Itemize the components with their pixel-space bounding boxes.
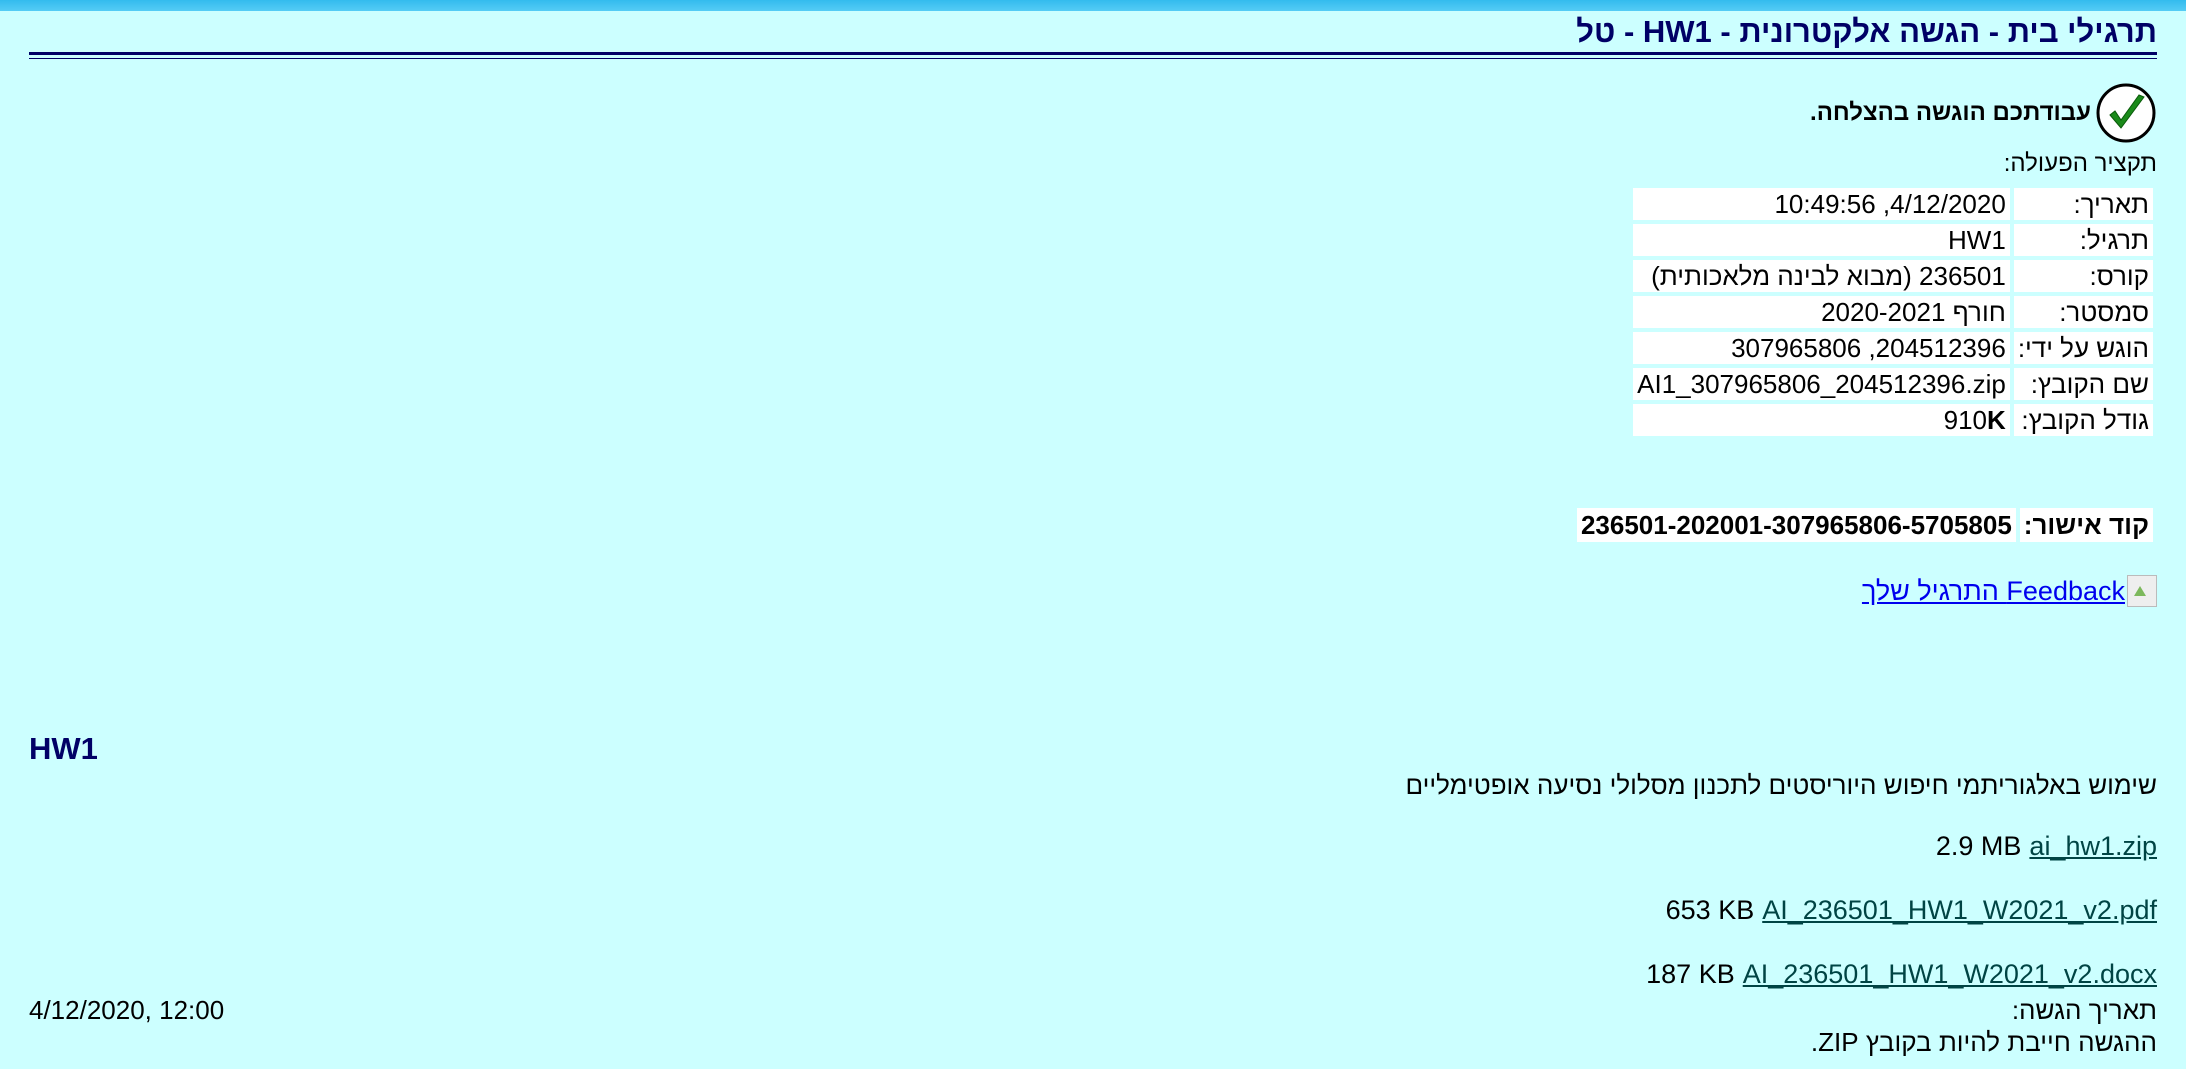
- broken-image-icon: [2127, 575, 2157, 607]
- filesize-number: 910: [1943, 404, 1988, 435]
- success-text: עבודתכם הוגשה בהצלחה.: [1810, 99, 2091, 126]
- submission-details-table: תאריך: 4/12/2020, 10:49:56 תרגיל: HW1 קו…: [1629, 184, 2157, 440]
- file-size: 653 KB: [1665, 895, 1755, 925]
- file-item: ai_hw1.zip 2.9 MB: [1936, 831, 2157, 862]
- assignment-heading: HW1: [29, 731, 98, 766]
- table-row: גודל הקובץ: 910K: [1633, 404, 2153, 436]
- table-row: הוגש על ידי: 204512396, 307965806: [1633, 332, 2153, 364]
- file-link-pdf[interactable]: AI_236501_HW1_W2021_v2.pdf: [1762, 895, 2157, 926]
- detail-value-submitted-by: 204512396, 307965806: [1633, 332, 2010, 364]
- detail-label-date: תאריך:: [2013, 188, 2153, 220]
- feedback-link[interactable]: Feedback התרגיל שלך: [1862, 576, 2125, 607]
- due-date-value: 4/12/2020, 12:00: [29, 995, 225, 1025]
- detail-label-course: קורס:: [2013, 260, 2153, 292]
- detail-label-filesize: גודל הקובץ:: [2013, 404, 2153, 436]
- detail-label-semester: סמסטר:: [2013, 296, 2153, 328]
- table-row: תאריך: 4/12/2020, 10:49:56: [1633, 188, 2153, 220]
- success-message: עבודתכם הוגשה בהצלחה.: [1810, 82, 2157, 144]
- approval-label: קוד אישור:: [2019, 508, 2153, 542]
- detail-value-filename: AI1_307965806_204512396.zip: [1633, 368, 2010, 400]
- file-item: AI_236501_HW1_W2021_v2.pdf 653 KB: [1666, 895, 2157, 926]
- due-date-label: תאריך הגשה:: [2011, 995, 2157, 1025]
- file-size: 2.9 MB: [1935, 831, 2022, 861]
- detail-value-semester: חורף 2020-2021: [1633, 296, 2010, 328]
- submission-note: ההגשה חייבת להיות בקובץ ZIP.: [1810, 1027, 2157, 1057]
- detail-label-filename: שם הקובץ:: [2013, 368, 2153, 400]
- table-row: תרגיל: HW1: [1633, 224, 2153, 256]
- table-row: שם הקובץ: AI1_307965806_204512396.zip: [1633, 368, 2153, 400]
- page-title: תרגילי בית - הגשה אלקטרונית - HW1 - טל: [1576, 14, 2157, 49]
- detail-value-exercise: HW1: [1633, 224, 2010, 256]
- assignment-description: שימוש באלגוריתמי חיפוש היוריסטים לתכנון …: [1405, 770, 2157, 800]
- approval-code: 236501-202001-307965806-5705805: [1576, 508, 2016, 542]
- filesize-unit: K: [1987, 404, 2006, 435]
- detail-value-date: 4/12/2020, 10:49:56: [1633, 188, 2010, 220]
- submission-page: תרגילי בית - הגשה אלקטרונית - HW1 - טל ע…: [0, 0, 2186, 1069]
- success-check-icon: [2096, 83, 2156, 143]
- table-row: קורס: 236501 (מבוא לבינה מלאכותית): [1633, 260, 2153, 292]
- approval-code-table: קוד אישור: 236501-202001-307965806-57058…: [1573, 504, 2157, 546]
- detail-label-exercise: תרגיל:: [2013, 224, 2153, 256]
- detail-label-submitted-by: הוגש על ידי:: [2013, 332, 2153, 364]
- detail-value-filesize: 910K: [1633, 404, 2010, 436]
- feedback-link-row: Feedback התרגיל שלך: [1862, 575, 2157, 607]
- file-link-zip[interactable]: ai_hw1.zip: [2029, 831, 2157, 862]
- file-link-docx[interactable]: AI_236501_HW1_W2021_v2.docx: [1743, 959, 2157, 990]
- table-row: קוד אישור: 236501-202001-307965806-57058…: [1576, 508, 2153, 542]
- file-size: 187 KB: [1646, 959, 1735, 989]
- summary-label: תקציר הפעולה:: [2003, 150, 2157, 177]
- detail-value-course: 236501 (מבוא לבינה מלאכותית): [1633, 260, 2010, 292]
- title-divider: [29, 52, 2157, 59]
- file-item: AI_236501_HW1_W2021_v2.docx 187 KB: [1646, 959, 2157, 990]
- table-row: סמסטר: חורף 2020-2021: [1633, 296, 2153, 328]
